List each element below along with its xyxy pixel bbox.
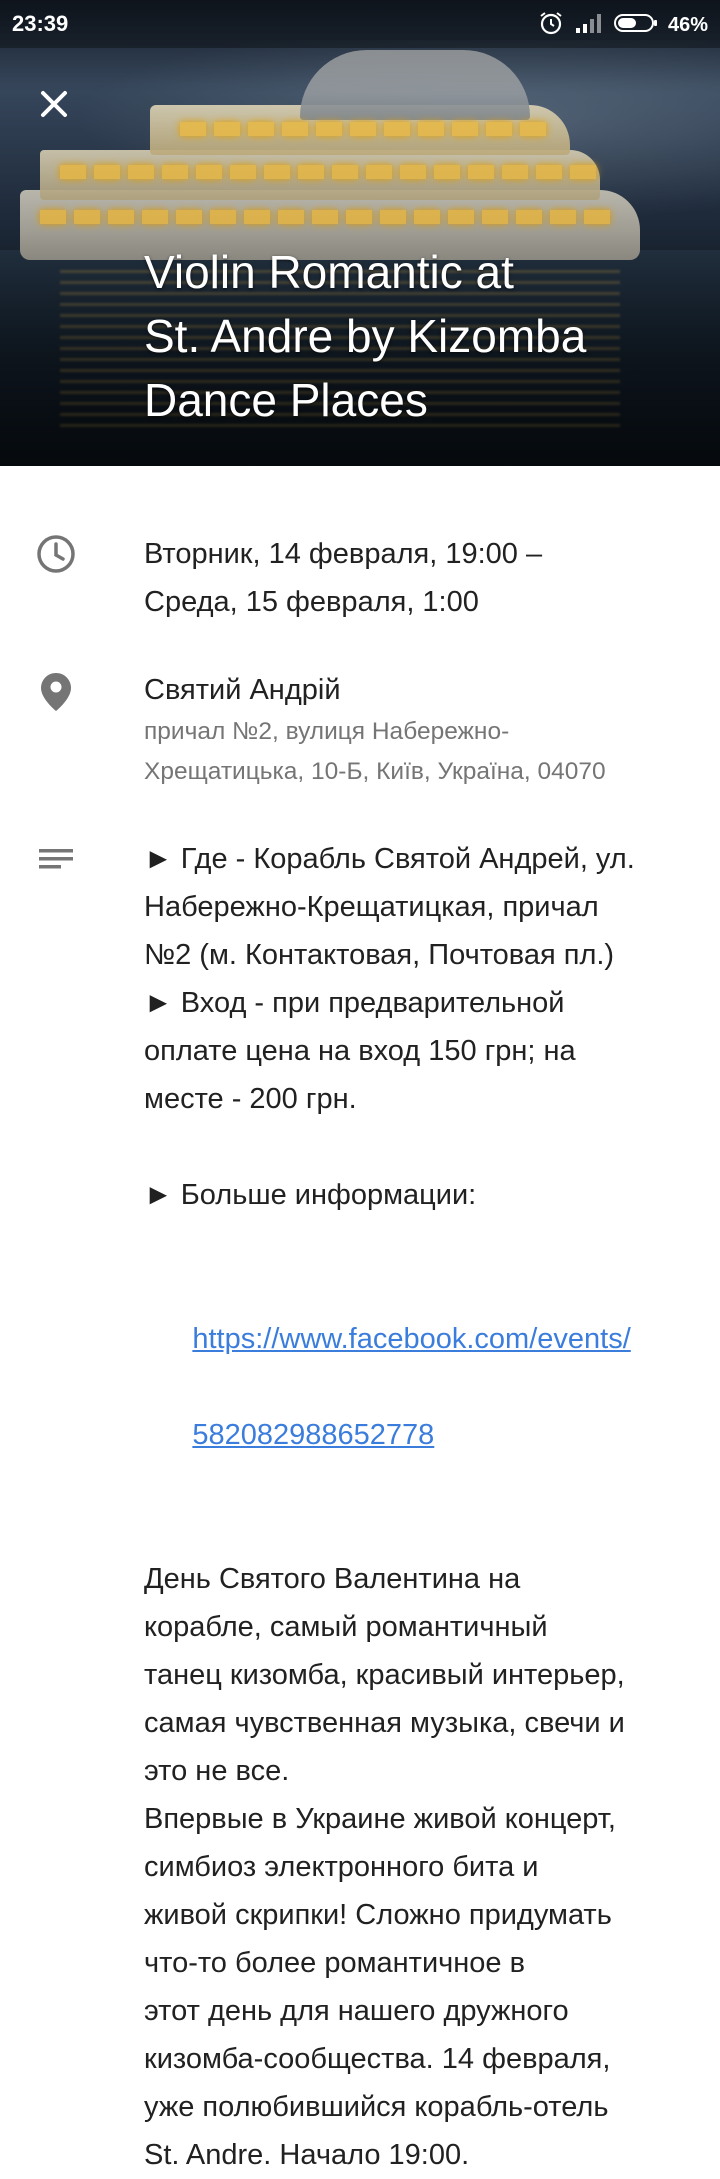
description-line: ► Где - Корабль Святой Андрей, ул.	[144, 843, 635, 875]
description-line: Впервые в Украине живой концерт,	[144, 1803, 616, 1835]
description-line: этот день для нашего дружного	[144, 1995, 569, 2027]
location-address-line: Хрещатицька, 10-Б, Київ, Україна, 04070	[144, 758, 606, 785]
event-start: Вторник, 14 февраля, 19:00 –	[144, 538, 543, 570]
close-button[interactable]	[28, 78, 80, 130]
event-description-text: ► Где - Корабль Святой Андрей, ул. Набере…	[144, 835, 690, 2179]
description-line: что-то более романтичное в	[144, 1947, 525, 1979]
description-block: ► Где - Корабль Святой Андрей, ул. Набере…	[144, 835, 690, 1267]
status-icons: 46%	[538, 10, 708, 41]
status-time: 23:39	[12, 11, 69, 36]
description-line: симбиоз электронного бита и	[144, 1851, 539, 1883]
description-line: St. Andre. Начало 19:00.	[144, 2139, 470, 2171]
description-line	[144, 1219, 690, 1267]
status-bar: 23:39 46%	[0, 0, 720, 48]
location-name: Святий Андрій	[144, 674, 341, 706]
battery-percent: 46%	[667, 14, 708, 36]
description-line: Набережно-Крещатицкая, причал	[144, 891, 599, 923]
description-line: оплате цена на вход 150 грн; на	[144, 1035, 576, 1067]
clock-icon	[32, 530, 80, 578]
description-line: живой скрипки! Сложно придумать	[144, 1899, 612, 1931]
alarm-icon	[538, 10, 564, 41]
description-line: кизомба-сообщества. 14 февраля,	[144, 2043, 611, 2075]
close-icon	[41, 91, 67, 117]
description-line: корабле, самый романтичный	[144, 1611, 548, 1643]
notes-icon	[32, 835, 80, 883]
event-header-image: 23:39 46% Violin Romantic at St. Andre b…	[0, 0, 720, 466]
description-line: ► Больше информации:	[144, 1179, 477, 1211]
event-location-text: Святий Андрій причал №2, вулиця Набережн…	[144, 668, 690, 792]
description-line	[144, 1507, 690, 1555]
battery-icon	[613, 12, 658, 39]
event-title: Violin Romantic at St. Andre by Kizomba …	[144, 240, 664, 432]
description-line: месте - 200 грн.	[144, 1083, 357, 1115]
description-line: уже полюбившийся корабль-отель	[144, 2091, 609, 2123]
description-line: самая чувственная музыка, свечи и	[144, 1707, 625, 1739]
signal-icon	[574, 12, 604, 39]
description-line: №2 (м. Контактовая, Почтовая пл.)	[144, 939, 615, 971]
description-block: День Святого Валентина на корабле, самый …	[144, 1507, 690, 2179]
description-line: это не все.	[144, 1755, 290, 1787]
location-address-line: причал №2, вулиця Набережно-	[144, 718, 510, 745]
description-line: День Святого Валентина на	[144, 1563, 521, 1595]
facebook-link[interactable]: https://www.facebook.com/events/ 5820829…	[144, 1267, 690, 1507]
facebook-link-line[interactable]: https://www.facebook.com/events/	[192, 1323, 630, 1355]
event-title-line: St. Andre by Kizomba	[144, 310, 587, 362]
description-line: ► Вход - при предварительной	[144, 987, 565, 1019]
description-line	[144, 1123, 690, 1171]
description-line: танец кизомба, красивый интерьер,	[144, 1659, 625, 1691]
event-end: Среда, 15 февраля, 1:00	[144, 586, 479, 618]
facebook-link-line[interactable]: 582082988652778	[192, 1419, 434, 1451]
location-pin-icon	[32, 668, 80, 716]
event-title-line: Dance Places	[144, 374, 428, 426]
event-time-text: Вторник, 14 февраля, 19:00 – Среда, 15 ф…	[144, 530, 690, 626]
event-title-line: Violin Romantic at	[144, 246, 514, 298]
